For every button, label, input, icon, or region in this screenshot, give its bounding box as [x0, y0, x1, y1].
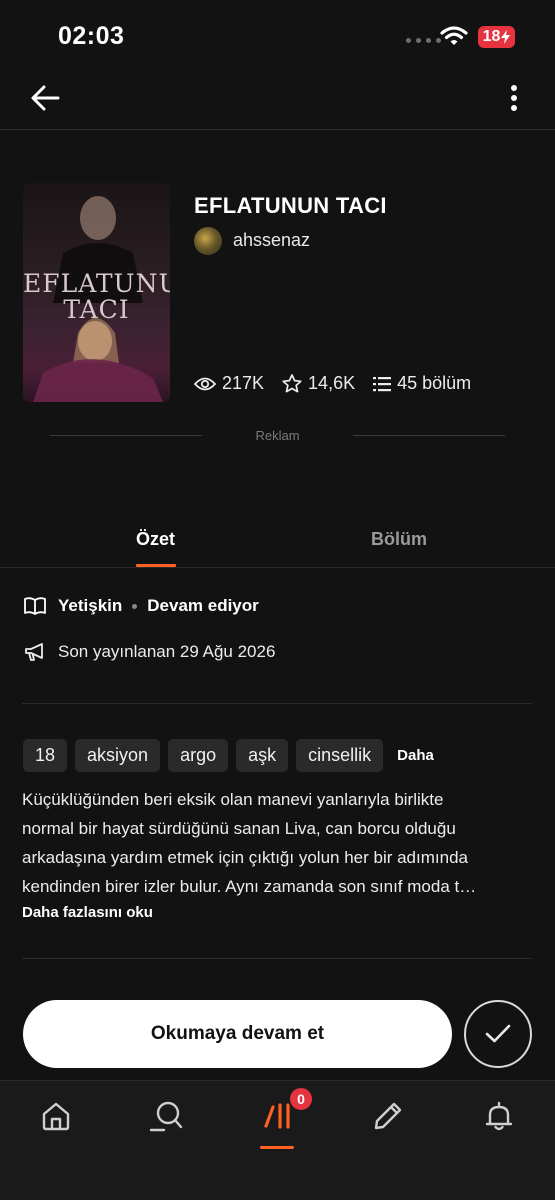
wifi-icon: [440, 25, 468, 52]
maturity-rating: Yetişkin: [58, 596, 123, 615]
author-name[interactable]: ahssenaz: [233, 230, 310, 251]
parts-count: 45 bölüm: [397, 373, 472, 393]
home-icon: [42, 1102, 70, 1131]
votes-stat: 14,6K: [282, 373, 355, 394]
tag-item[interactable]: 18: [23, 739, 68, 772]
nav-write[interactable]: [366, 1096, 410, 1136]
book-description: Küçüklüğünden beri eksik olan manevi yan…: [22, 785, 532, 901]
votes-count: 14,6K: [308, 373, 356, 393]
nav-notifications[interactable]: [477, 1096, 521, 1136]
nav-home[interactable]: [34, 1096, 78, 1136]
tag-item[interactable]: argo: [168, 739, 229, 772]
description-line: arkadaşına yardım etmek için çıktığı yol…: [22, 848, 468, 867]
header-divider: [0, 129, 555, 130]
tab-parts[interactable]: Bölüm: [371, 529, 427, 550]
continue-reading-button[interactable]: Okumaya devam et: [23, 1000, 452, 1068]
views-count: 217K: [222, 373, 265, 393]
parts-stat: 45 bölüm: [373, 373, 471, 394]
ad-label: Reklam: [255, 428, 300, 443]
status-time: 02:03: [58, 22, 125, 50]
separator-dot: [132, 603, 138, 609]
checkmark-icon: [485, 1024, 511, 1043]
cellular-signal-icon: [406, 38, 441, 43]
pencil-icon: [374, 1102, 402, 1130]
charging-bolt-icon: [501, 30, 511, 44]
book-stats: 217K 14,6K 45 bölüm: [194, 373, 489, 394]
book-icon: [24, 597, 46, 615]
list-icon: [373, 376, 392, 391]
ad-divider-left: [50, 435, 202, 436]
tag-list: 18 aksiyon argo aşk cinsellik Daha: [23, 739, 434, 772]
library-badge: 0: [288, 1086, 314, 1112]
info-divider: [22, 703, 532, 704]
description-line: normal bir hayat sürdüğünü sanan Liva, c…: [22, 819, 456, 838]
bell-icon: [485, 1101, 513, 1131]
more-options-button[interactable]: [500, 82, 528, 114]
tag-item[interactable]: aksiyon: [75, 739, 161, 772]
megaphone-icon: [25, 643, 43, 661]
last-published: Son yayınlanan 29 Ağu 2026: [58, 642, 276, 661]
eye-icon: [194, 377, 216, 390]
description-line: kendinden birer izler bulur. Aynı zamand…: [22, 877, 477, 896]
views-stat: 217K: [194, 373, 264, 394]
back-button[interactable]: [28, 82, 64, 114]
description-line: Küçüklüğünden beri eksik olan manevi yan…: [22, 790, 444, 809]
more-vertical-icon: [511, 85, 517, 111]
book-title: EFLATUNUN TACI: [194, 193, 387, 218]
tabs-divider: [0, 567, 555, 568]
book-info-row: Yetişkin Devam ediyor: [24, 596, 259, 616]
author-avatar[interactable]: [194, 227, 222, 255]
read-more-link[interactable]: Daha fazlasını oku: [22, 904, 153, 921]
book-cover[interactable]: EFLATUNUN TACI: [23, 183, 170, 402]
battery-level: 18: [482, 28, 501, 45]
cover-title-text: EFLATUNUN TACI: [23, 269, 170, 324]
search-icon: [149, 1101, 183, 1132]
ad-divider-right: [353, 435, 505, 436]
arrow-left-icon: [31, 85, 60, 111]
description-divider: [22, 958, 532, 959]
more-tags-button[interactable]: Daha: [397, 747, 434, 764]
active-nav-indicator: [260, 1146, 294, 1149]
nav-search[interactable]: [144, 1096, 188, 1136]
tag-item[interactable]: aşk: [236, 739, 289, 772]
star-icon: [282, 374, 302, 393]
mark-done-button[interactable]: [464, 1000, 532, 1068]
tag-item[interactable]: cinsellik: [296, 739, 384, 772]
publish-info-row: Son yayınlanan 29 Ağu 2026: [24, 642, 275, 662]
completion-status: Devam ediyor: [147, 596, 259, 615]
tab-summary[interactable]: Özet: [136, 529, 175, 550]
battery-indicator: 18: [478, 26, 515, 48]
